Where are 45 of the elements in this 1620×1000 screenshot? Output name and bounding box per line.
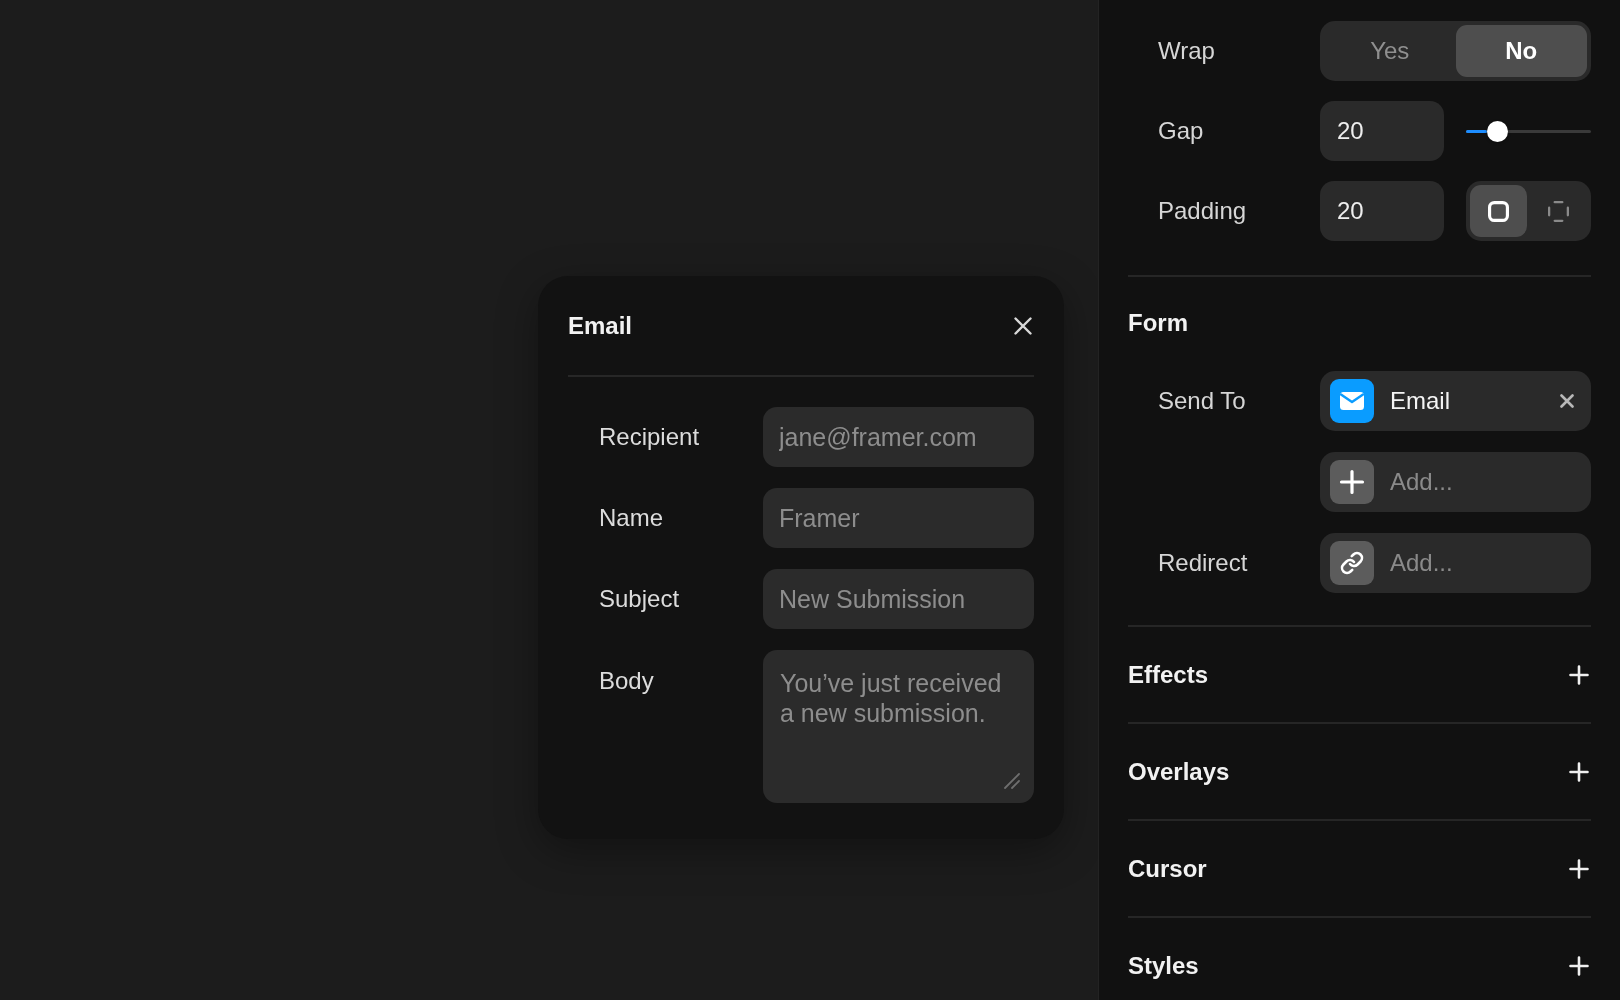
close-icon — [1014, 317, 1032, 335]
input-field[interactable]: New Submission — [763, 569, 1034, 629]
destination-chip[interactable]: Email — [1320, 371, 1591, 431]
plus-icon — [1569, 761, 1589, 782]
close-button[interactable] — [1014, 317, 1032, 335]
plus-icon — [1569, 664, 1589, 685]
add-button[interactable] — [1569, 858, 1589, 879]
section-title: Cursor — [1128, 853, 1207, 884]
textarea-field[interactable]: You’ve just received a new submission. — [763, 650, 1034, 803]
add-button[interactable] — [1569, 664, 1589, 685]
add-button[interactable] — [1569, 955, 1589, 976]
segment-tab[interactable]: No — [1455, 25, 1587, 77]
segment-tab[interactable]: Yes — [1324, 25, 1456, 77]
envelope-icon — [1330, 379, 1374, 423]
property-label: Padding — [1157, 196, 1248, 226]
dialog-title: Email — [568, 311, 633, 341]
plus-icon — [1330, 460, 1374, 504]
property-label: Redirect — [1157, 548, 1249, 578]
property-label: Gap — [1157, 116, 1205, 146]
number-field[interactable]: 20 — [1320, 101, 1444, 161]
slider-thumb[interactable] — [1487, 120, 1509, 142]
field-label: Body — [598, 666, 655, 696]
remove-button[interactable] — [1560, 394, 1574, 408]
property-label: Send To — [1157, 386, 1247, 416]
square-icon — [1488, 200, 1509, 222]
section-title: Overlays — [1128, 756, 1230, 787]
field-label: Subject — [598, 584, 681, 614]
section-title: Form — [1128, 308, 1189, 338]
input-field[interactable]: Framer — [763, 488, 1034, 548]
field-label: Recipient — [598, 422, 701, 452]
field-label: Name — [598, 503, 665, 533]
input-field[interactable]: jane@framer.com — [763, 407, 1034, 467]
add-redirect-button[interactable]: Add... — [1320, 533, 1591, 593]
section-title: Styles — [1128, 950, 1199, 981]
add-destination-button[interactable]: Add... — [1320, 452, 1591, 512]
number-field[interactable]: 20 — [1320, 181, 1444, 241]
add-button[interactable] — [1569, 761, 1589, 782]
link-icon — [1330, 541, 1374, 585]
close-icon — [1560, 394, 1574, 408]
plus-icon — [1569, 955, 1589, 976]
section-title: Effects — [1128, 659, 1209, 690]
resize-grip-icon[interactable] — [1004, 773, 1020, 789]
uniform-padding-button[interactable] — [1470, 185, 1527, 237]
plus-icon — [1569, 858, 1589, 879]
property-label: Wrap — [1157, 36, 1216, 66]
